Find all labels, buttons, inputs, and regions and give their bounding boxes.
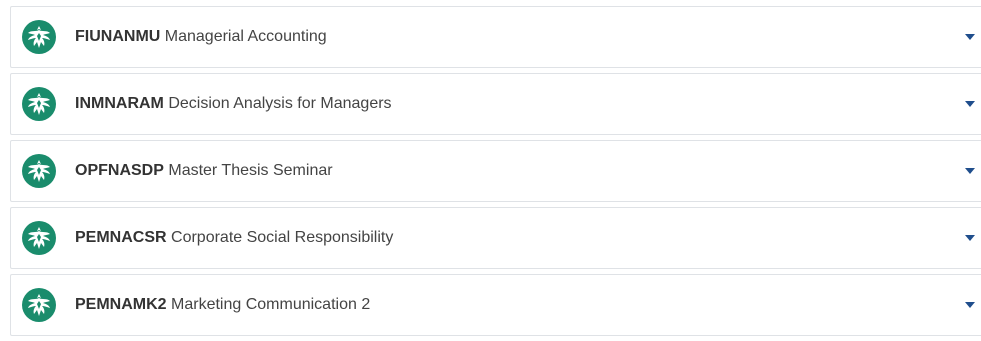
course-title[interactable]: PEMNACSR Corporate Social Responsibility <box>75 229 393 247</box>
course-name: Decision Analysis for Managers <box>168 95 392 112</box>
course-row-pemnacsr[interactable]: PEMNACSR Corporate Social Responsibility <box>10 207 981 269</box>
course-title[interactable]: OPFNASDP Master Thesis Seminar <box>75 162 333 180</box>
caret-down-icon[interactable] <box>964 100 976 108</box>
course-name: Corporate Social Responsibility <box>171 229 394 246</box>
eagle-crest-icon <box>22 154 56 188</box>
eagle-crest-icon <box>22 221 56 255</box>
course-name: Marketing Communication 2 <box>171 296 371 313</box>
course-code: PEMNACSR <box>75 229 167 246</box>
course-title[interactable]: PEMNAMK2 Marketing Communication 2 <box>75 296 370 314</box>
eagle-crest-icon <box>22 20 56 54</box>
course-row-pemnamk2[interactable]: PEMNAMK2 Marketing Communication 2 <box>10 274 981 336</box>
eagle-crest-icon <box>22 288 56 322</box>
caret-down-icon[interactable] <box>964 234 976 242</box>
course-row-inmnaram[interactable]: INMNARAM Decision Analysis for Managers <box>10 73 981 135</box>
eagle-crest-icon <box>22 87 56 121</box>
course-code: FIUNANMU <box>75 28 161 45</box>
course-list: FIUNANMU Managerial Accounting INMNARAM … <box>10 6 981 341</box>
caret-down-icon[interactable] <box>964 301 976 309</box>
course-title[interactable]: FIUNANMU Managerial Accounting <box>75 28 327 46</box>
course-name: Managerial Accounting <box>164 28 327 45</box>
course-row-opfnasdp[interactable]: OPFNASDP Master Thesis Seminar <box>10 140 981 202</box>
course-code: OPFNASDP <box>75 162 164 179</box>
caret-down-icon[interactable] <box>964 167 976 175</box>
course-title[interactable]: INMNARAM Decision Analysis for Managers <box>75 95 392 113</box>
course-name: Master Thesis Seminar <box>168 162 333 179</box>
course-code: INMNARAM <box>75 95 164 112</box>
course-code: PEMNAMK2 <box>75 296 167 313</box>
caret-down-icon[interactable] <box>964 33 976 41</box>
course-row-fiunanmu[interactable]: FIUNANMU Managerial Accounting <box>10 6 981 68</box>
